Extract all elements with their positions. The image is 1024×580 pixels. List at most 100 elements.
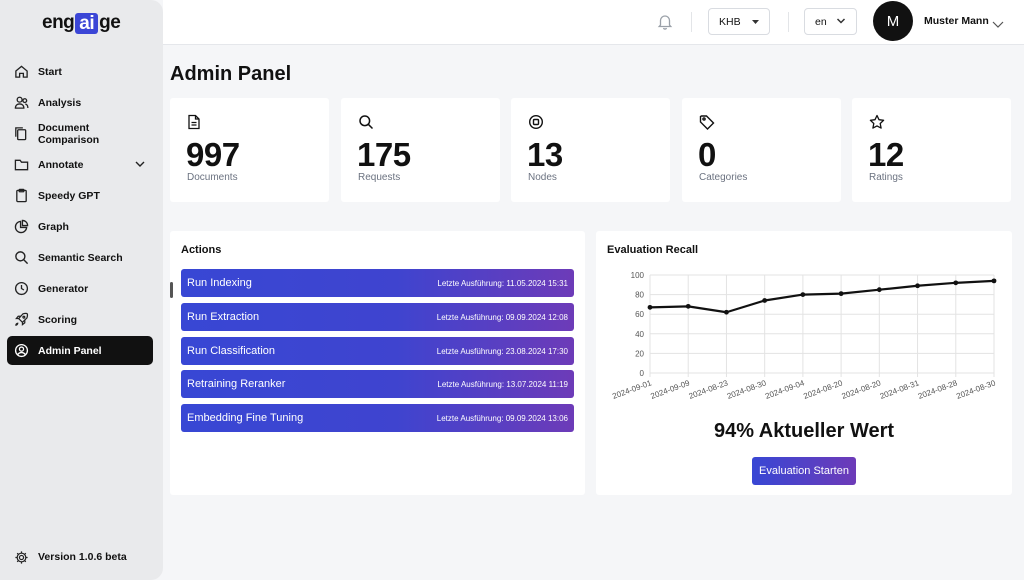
stat-card-ratings: 12 Ratings — [852, 98, 1011, 202]
data-point — [838, 291, 844, 297]
y-tick-label: 20 — [635, 349, 644, 358]
version-info[interactable]: Version 1.0.6 beta — [13, 549, 127, 565]
version-label: Version 1.0.6 beta — [38, 551, 127, 563]
chevron-down-icon[interactable] — [992, 16, 1004, 34]
stat-label: Ratings — [869, 172, 903, 183]
rocket-icon — [13, 312, 29, 328]
clipboard-icon — [13, 188, 29, 204]
divider — [788, 12, 789, 32]
sidebar-item-document-comparison[interactable]: Document Comparison — [7, 119, 153, 148]
start-evaluation-label: Evaluation Starten — [759, 465, 849, 477]
x-tick-label: 2024-08-30 — [955, 378, 997, 401]
action-last-run: Letzte Ausführung: 13.07.2024 11:19 — [437, 379, 568, 389]
run-extraction-button[interactable]: Run Extraction Letzte Ausführung: 09.09.… — [181, 303, 574, 331]
clock-icon — [13, 281, 29, 297]
sidebar-item-label: Analysis — [38, 96, 82, 109]
action-name: Run Extraction — [187, 311, 260, 323]
chevron-down-icon[interactable] — [134, 158, 146, 173]
sidebar-item-scoring[interactable]: Scoring — [7, 305, 153, 334]
language-select[interactable]: en — [804, 8, 857, 35]
data-point — [991, 278, 997, 284]
avatar[interactable]: M — [873, 1, 913, 41]
y-tick-label: 60 — [635, 310, 644, 319]
logo-text-post: ge — [99, 12, 121, 33]
recall-line-chart: 0204060801002024-09-012024-09-092024-08-… — [611, 271, 997, 401]
chevron-down-icon — [836, 16, 846, 28]
run-classification-button[interactable]: Run Classification Letzte Ausführung: 23… — [181, 337, 574, 365]
start-evaluation-button[interactable]: Evaluation Starten — [752, 457, 856, 485]
stat-value: 175 — [357, 136, 411, 173]
search-icon — [13, 250, 29, 266]
current-recall-value: 94% Aktueller Wert — [713, 420, 895, 442]
sidebar-item-graph[interactable]: Graph — [7, 212, 153, 241]
data-point — [724, 309, 729, 315]
stat-label: Documents — [187, 172, 238, 183]
username[interactable]: Muster Mann — [924, 15, 989, 27]
sidebar-item-label: Generator — [38, 282, 89, 295]
node-icon — [528, 114, 544, 135]
language-select-value: en — [815, 15, 827, 28]
users-icon — [13, 95, 29, 111]
stat-card-categories: 0 Categories — [682, 98, 841, 202]
stat-value: 0 — [698, 136, 716, 173]
action-name: Run Indexing — [187, 277, 252, 289]
x-tick-label: 2024-09-09 — [649, 378, 691, 401]
stat-value: 12 — [868, 136, 904, 173]
home-icon — [13, 64, 29, 80]
page-title: Admin Panel — [170, 63, 292, 85]
org-select[interactable]: KHB — [708, 8, 770, 35]
sidebar-nav: Start Analysis Document Comparison Annot… — [7, 57, 153, 367]
sidebar-item-label: Graph — [38, 220, 69, 233]
action-last-run: Letzte Ausführung: 09.09.2024 13:06 — [436, 413, 568, 423]
sidebar-item-speedy-gpt[interactable]: Speedy GPT — [7, 181, 153, 210]
y-tick-label: 100 — [631, 271, 645, 280]
logo[interactable]: eng ai ge — [42, 11, 121, 35]
top-header: KHB en M Muster Mann — [163, 0, 1024, 45]
bell-icon[interactable] — [657, 13, 673, 35]
x-tick-label: 2024-09-04 — [764, 378, 806, 401]
star-icon — [869, 114, 885, 135]
avatar-initial: M — [886, 12, 900, 30]
x-tick-label: 2024-08-23 — [688, 378, 730, 401]
sidebar-item-label: Scoring — [38, 313, 78, 326]
y-tick-label: 40 — [635, 330, 644, 339]
scroll-handle[interactable] — [170, 282, 173, 298]
stat-value: 13 — [527, 136, 563, 173]
sidebar-item-label: Speedy GPT — [38, 189, 100, 202]
recall-chart: 0 20 40 60 80 100 2024-09-01 2024-09-09 2024-08-… — [596, 265, 1024, 415]
org-select-value: KHB — [719, 15, 741, 28]
data-point — [800, 292, 806, 297]
user-circle-icon — [13, 343, 29, 359]
sidebar-item-generator[interactable]: Generator — [7, 274, 153, 303]
x-tick-label: 2024-09-01 — [611, 378, 653, 401]
tag-icon — [699, 114, 715, 135]
retraining-reranker-button[interactable]: Retraining Reranker Letzte Ausführung: 1… — [181, 370, 574, 398]
sidebar-item-semantic-search[interactable]: Semantic Search — [7, 243, 153, 272]
embedding-fine-tuning-button[interactable]: Embedding Fine Tuning Letzte Ausführung:… — [181, 404, 574, 432]
stat-value: 997 — [186, 136, 240, 173]
data-point — [647, 304, 653, 310]
sidebar-item-annotate[interactable]: Annotate — [7, 150, 153, 179]
search-icon — [358, 114, 374, 135]
x-tick-label: 2024-08-30 — [726, 378, 768, 401]
x-tick-label: 2024-08-31 — [879, 378, 921, 401]
data-point — [953, 280, 959, 286]
sidebar-item-admin-panel[interactable]: Admin Panel — [7, 336, 153, 365]
sidebar-item-label: Admin Panel — [38, 344, 102, 357]
sidebar-item-label: Semantic Search — [38, 251, 123, 264]
run-indexing-button[interactable]: Run Indexing Letzte Ausführung: 11.05.20… — [181, 269, 574, 297]
stat-card-documents: 997 Documents — [170, 98, 329, 202]
logo-text-pre: eng — [42, 12, 75, 33]
series-line — [649, 279, 995, 314]
x-tick-label: 2024-08-28 — [917, 378, 959, 401]
stat-label: Categories — [699, 172, 748, 183]
sidebar-item-start[interactable]: Start — [7, 57, 153, 86]
stat-label: Requests — [358, 172, 401, 183]
actions-title: Actions — [181, 244, 222, 256]
actions-panel: Actions Run Indexing Letzte Ausführung: … — [170, 231, 585, 495]
sidebar-item-label: Document Comparison — [37, 121, 100, 146]
gear-icon — [13, 549, 29, 565]
document-icon — [187, 114, 201, 135]
y-tick-label: 80 — [635, 291, 644, 300]
sidebar-item-analysis[interactable]: Analysis — [7, 88, 153, 117]
